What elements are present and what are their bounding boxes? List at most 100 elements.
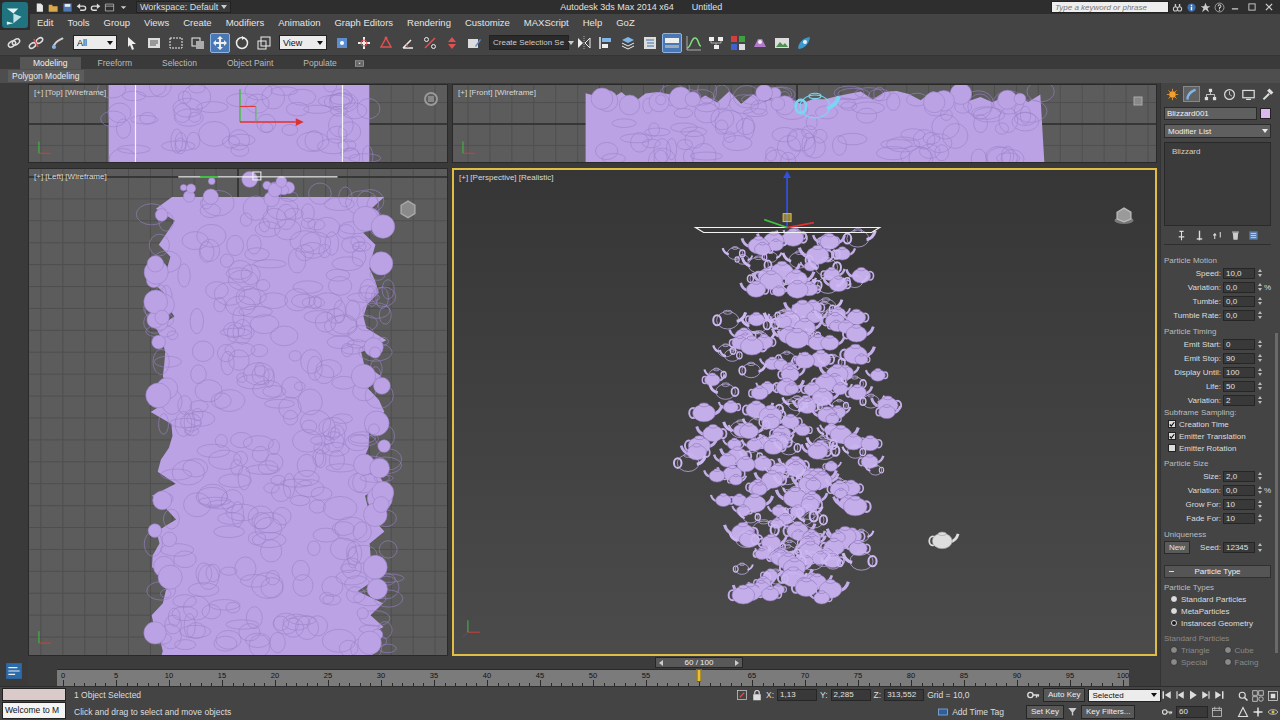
link-icon[interactable] xyxy=(4,33,24,53)
key-filters-icon[interactable] xyxy=(1067,706,1078,717)
menu-item[interactable]: Tools xyxy=(67,17,89,28)
utilities-tab-icon[interactable] xyxy=(1259,86,1276,102)
modify-tab-icon[interactable] xyxy=(1183,86,1200,102)
ribbon-tab[interactable]: Freeform xyxy=(85,57,145,69)
zoom-all-icon[interactable] xyxy=(1251,688,1265,703)
time-ruler[interactable]: 051015202530354045505565707580859095100 xyxy=(57,669,1129,686)
radio-label[interactable]: Instanced Geometry xyxy=(1181,619,1253,628)
spinner-arrows-icon[interactable] xyxy=(1257,353,1262,364)
viewcube-icon[interactable] xyxy=(397,197,419,219)
scene-explorer-icon[interactable] xyxy=(640,33,660,53)
minimize-icon[interactable] xyxy=(1230,2,1240,12)
maximize-icon[interactable] xyxy=(1247,2,1257,12)
spinner-field[interactable]: 2 xyxy=(1223,395,1255,406)
play-icon[interactable] xyxy=(1187,689,1199,701)
reference-coordinate-dropdown[interactable]: View xyxy=(279,35,327,50)
spinner-field[interactable]: 0,0 xyxy=(1223,485,1255,496)
next-frame-icon[interactable] xyxy=(1200,689,1212,701)
dropdown-arrow-icon[interactable] xyxy=(221,5,227,9)
radio-option[interactable]: Cube xyxy=(1218,644,1272,656)
spinner-arrows-icon[interactable] xyxy=(1257,542,1262,553)
ribbon-tab[interactable]: Populate xyxy=(290,57,350,69)
spinner-arrows-icon[interactable] xyxy=(1257,395,1262,406)
radio-label[interactable]: Facing xyxy=(1235,658,1259,667)
radio-option[interactable]: Instanced Geometry xyxy=(1164,617,1271,629)
spinner-field[interactable]: 0,0 xyxy=(1223,310,1255,321)
menu-item[interactable]: Graph Editors xyxy=(334,17,393,28)
modifier-list-label[interactable]: Modifier List xyxy=(1168,127,1211,136)
front-viewport[interactable]: [+] [Front] [Wireframe] xyxy=(452,84,1157,163)
select-and-move-icon[interactable] xyxy=(210,33,230,53)
ribbon-panel-title[interactable]: Polygon Modeling xyxy=(8,70,84,82)
align-icon[interactable] xyxy=(596,33,616,53)
dropdown-arrow-icon[interactable] xyxy=(1262,129,1268,133)
spinner-arrows-icon[interactable] xyxy=(1257,381,1262,392)
key-mode-value[interactable]: Selected xyxy=(1092,691,1123,700)
radio-button[interactable] xyxy=(1170,646,1178,654)
select-object-icon[interactable] xyxy=(122,33,142,53)
undo-icon[interactable] xyxy=(76,2,87,13)
spinner-field[interactable]: 2,0 xyxy=(1223,471,1255,482)
pin-stack-icon[interactable] xyxy=(1176,230,1187,241)
spinner-arrows-icon[interactable] xyxy=(1257,310,1262,321)
modifier-list-dropdown[interactable]: Modifier List xyxy=(1164,124,1271,138)
workspace-label[interactable]: Workspace: Default xyxy=(140,2,218,12)
viewport-label[interactable]: [+] [Top] [Wireframe] xyxy=(34,88,106,98)
time-tag-icon[interactable] xyxy=(937,706,949,718)
new-seed-button[interactable]: New xyxy=(1164,541,1190,554)
named-selection-field[interactable]: Create Selection Se xyxy=(489,35,569,50)
maximize-button[interactable] xyxy=(1245,1,1259,13)
coordinate-field[interactable]: 1,13 xyxy=(777,689,817,701)
spinner-field[interactable]: 50 xyxy=(1223,381,1255,392)
radio-button[interactable] xyxy=(1224,646,1232,654)
auto-key-button[interactable]: Auto Key xyxy=(1043,688,1085,702)
redo-icon[interactable] xyxy=(90,2,101,13)
radio-option[interactable]: MetaParticles xyxy=(1164,605,1271,617)
menu-item[interactable]: Views xyxy=(144,17,169,28)
add-time-tag[interactable]: Add Time Tag xyxy=(952,707,1004,717)
perspective-viewport[interactable]: [+] [Perspective] [Realistic] xyxy=(452,168,1157,656)
seed-field[interactable]: 12345 xyxy=(1223,542,1255,553)
viewport-label[interactable]: [+] [Left] [Wireframe] xyxy=(34,172,107,182)
mini-curve-editor-icon[interactable] xyxy=(5,662,23,680)
key-filters-button[interactable]: Key Filters... xyxy=(1081,705,1135,719)
radio-label[interactable]: Standard Particles xyxy=(1181,595,1246,604)
viewport-label[interactable]: [+] [Perspective] [Realistic] xyxy=(459,173,553,183)
snaps-toggle-icon[interactable] xyxy=(376,33,396,53)
object-color-swatch[interactable] xyxy=(1260,108,1271,119)
zoom-extents-icon[interactable] xyxy=(1266,688,1280,703)
previous-frame-arrow-icon[interactable] xyxy=(659,660,663,666)
ribbon-tab[interactable]: Selection xyxy=(149,57,210,69)
time-configuration-icon[interactable] xyxy=(1211,706,1223,718)
maxscript-listener-field[interactable]: Welcome to M xyxy=(2,702,66,719)
infocenter-icon[interactable] xyxy=(1186,2,1197,13)
rollout-title[interactable]: Particle Type xyxy=(1194,567,1240,576)
ribbon-toggle-icon[interactable] xyxy=(662,33,682,53)
spinner-arrows-icon[interactable] xyxy=(1257,268,1262,279)
quick-access-dropdown-icon[interactable] xyxy=(118,2,129,13)
search-field[interactable] xyxy=(1051,1,1169,13)
select-and-rotate-icon[interactable] xyxy=(232,33,252,53)
dropdown-arrow-icon[interactable] xyxy=(568,41,574,45)
menu-item[interactable]: GoZ xyxy=(616,17,634,28)
ribbon-tab[interactable]: Object Paint xyxy=(214,57,286,69)
spinner-field[interactable]: 10,0 xyxy=(1223,268,1255,279)
zoom-icon[interactable] xyxy=(1236,688,1250,703)
menu-item[interactable]: Customize xyxy=(465,17,510,28)
previous-frame-icon[interactable] xyxy=(1174,689,1186,701)
selection-filter-value[interactable]: All xyxy=(77,38,87,48)
coordinate-field[interactable]: 313,552 xyxy=(884,689,924,701)
checkbox[interactable] xyxy=(1168,444,1176,452)
unlink-icon[interactable] xyxy=(26,33,46,53)
radio-button[interactable] xyxy=(1224,658,1232,666)
dropdown-arrow-icon[interactable] xyxy=(1151,693,1157,697)
viewcube-icon[interactable] xyxy=(1130,93,1146,109)
radio-label[interactable]: Special xyxy=(1181,658,1207,667)
checkbox-row[interactable]: Creation Time xyxy=(1164,418,1271,430)
favorites-star-icon[interactable] xyxy=(1200,2,1211,13)
menu-item[interactable]: Create xyxy=(183,17,212,28)
maxscript-mini-listener[interactable] xyxy=(2,688,66,701)
radio-option[interactable]: Special xyxy=(1164,656,1218,668)
menu-item[interactable]: Help xyxy=(583,17,603,28)
time-slider[interactable]: 60 / 100 xyxy=(655,657,743,668)
